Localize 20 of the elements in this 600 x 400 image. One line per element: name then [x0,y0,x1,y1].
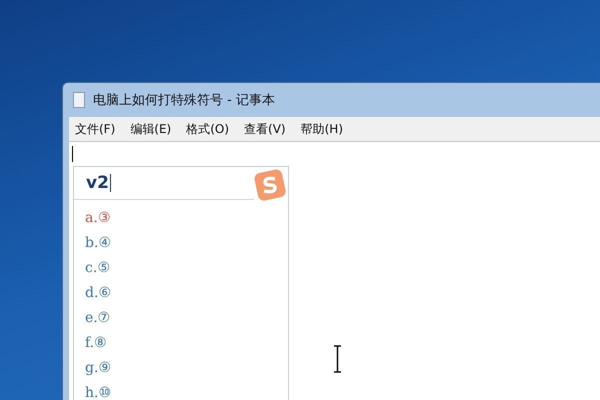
ime-input-text: v2 [86,173,109,193]
candidate-item[interactable]: h.⑩ [85,381,288,400]
candidate-item[interactable]: f.⑧ [85,331,288,356]
text-area[interactable]: v2 a.③ b.④ c.⑤ d.⑥ e.⑦ f.⑧ g.⑨ h.⑩ [69,142,600,400]
menu-item[interactable]: 编辑(E) [130,120,172,138]
candidate-item[interactable]: a.③ [85,206,288,231]
text-caret [72,146,73,162]
text-cursor-icon [333,345,342,373]
s-logo-icon [254,169,286,201]
menu-item[interactable]: 帮助(H) [300,120,343,138]
menu-item[interactable]: 格式(O) [186,120,230,138]
candidate-item[interactable]: g.⑨ [85,356,288,381]
window-title: 电脑上如何打特殊符号 - 记事本 [93,92,275,109]
candidate-item[interactable]: b.④ [85,231,288,256]
menu-item[interactable]: 文件(F) [75,120,116,138]
candidate-item[interactable]: d.⑥ [85,281,288,306]
menu-item[interactable]: 查看(V) [244,120,286,138]
candidate-item[interactable]: e.⑦ [85,306,288,331]
notepad-icon [73,92,85,108]
candidate-item[interactable]: c.⑤ [85,256,288,281]
